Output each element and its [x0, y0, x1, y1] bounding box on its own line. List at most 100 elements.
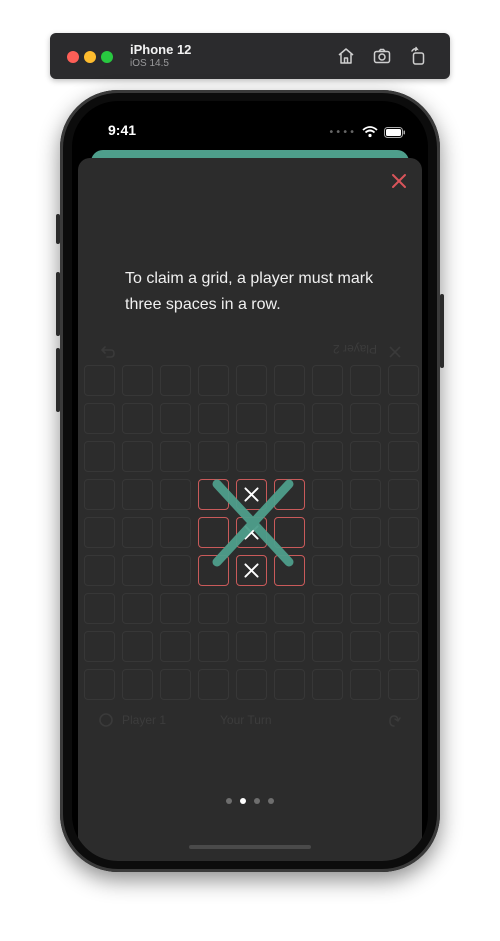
board-cell[interactable]	[84, 479, 115, 510]
page-dot[interactable]	[254, 798, 260, 804]
board-cell[interactable]	[350, 479, 381, 510]
board-cell[interactable]	[84, 669, 115, 700]
board-cell[interactable]	[312, 555, 343, 586]
board-cell[interactable]	[122, 365, 153, 396]
board-cell[interactable]	[350, 669, 381, 700]
board-cell[interactable]	[198, 669, 229, 700]
board-cell[interactable]	[312, 669, 343, 700]
board-cell[interactable]	[274, 593, 305, 624]
board-cell[interactable]	[388, 593, 419, 624]
board-cell[interactable]	[312, 479, 343, 510]
board-cell[interactable]	[84, 555, 115, 586]
board-cell[interactable]	[122, 441, 153, 472]
board-cell[interactable]	[350, 441, 381, 472]
board-cell[interactable]	[236, 479, 267, 510]
page-dot[interactable]	[268, 798, 274, 804]
board-cell[interactable]	[388, 555, 419, 586]
window-close-button[interactable]	[67, 51, 79, 63]
board-cell[interactable]	[84, 517, 115, 548]
board-cell[interactable]	[350, 555, 381, 586]
board-cell[interactable]	[198, 479, 229, 510]
board-cell[interactable]	[160, 479, 191, 510]
board-cell[interactable]	[198, 555, 229, 586]
board-cell[interactable]	[84, 365, 115, 396]
board-cell[interactable]	[312, 365, 343, 396]
board-cell[interactable]	[350, 517, 381, 548]
board-cell[interactable]	[236, 365, 267, 396]
rotate-icon[interactable]	[408, 46, 428, 66]
board-cell[interactable]	[198, 517, 229, 548]
board-cell[interactable]	[312, 403, 343, 434]
board-cell[interactable]	[274, 365, 305, 396]
board-cell[interactable]	[236, 669, 267, 700]
board-cell[interactable]	[160, 593, 191, 624]
board-cell[interactable]	[388, 441, 419, 472]
board-cell[interactable]	[160, 403, 191, 434]
board-cell[interactable]	[122, 631, 153, 662]
board-cell[interactable]	[274, 631, 305, 662]
board-cell[interactable]	[122, 403, 153, 434]
board-cell[interactable]	[160, 365, 191, 396]
board-cell[interactable]	[160, 669, 191, 700]
page-indicator[interactable]	[78, 798, 422, 804]
board-cell[interactable]	[274, 479, 305, 510]
board-cell[interactable]	[236, 441, 267, 472]
board-cell[interactable]	[388, 669, 419, 700]
board-cell[interactable]	[236, 403, 267, 434]
board-cell[interactable]	[312, 441, 343, 472]
board-cell[interactable]	[122, 479, 153, 510]
board-cell[interactable]	[122, 517, 153, 548]
wifi-icon	[362, 123, 378, 142]
board-cell[interactable]	[274, 555, 305, 586]
board-cell[interactable]	[198, 593, 229, 624]
home-icon[interactable]	[336, 46, 356, 66]
board-cell[interactable]	[388, 479, 419, 510]
os-version: iOS 14.5	[130, 58, 169, 69]
board-cell[interactable]	[274, 669, 305, 700]
simulator-toolbar: iPhone 12 iOS 14.5	[50, 33, 450, 79]
board-cell[interactable]	[350, 365, 381, 396]
close-icon[interactable]	[390, 172, 408, 190]
board-cell[interactable]	[84, 593, 115, 624]
tutorial-sheet: To claim a grid, a player must mark thre…	[78, 158, 422, 861]
board-cell[interactable]	[312, 631, 343, 662]
board-cell[interactable]	[160, 631, 191, 662]
board-cell[interactable]	[350, 403, 381, 434]
screenshot-icon[interactable]	[372, 46, 392, 66]
x-mark-icon	[244, 563, 259, 578]
board-cell[interactable]	[350, 593, 381, 624]
mute-switch	[56, 214, 60, 244]
window-zoom-button[interactable]	[101, 51, 113, 63]
page-dot[interactable]	[226, 798, 232, 804]
board-cell[interactable]	[312, 593, 343, 624]
board-cell[interactable]	[274, 441, 305, 472]
board-cell[interactable]	[160, 555, 191, 586]
board-cell[interactable]	[236, 631, 267, 662]
board-cell[interactable]	[160, 517, 191, 548]
board-cell[interactable]	[388, 517, 419, 548]
board-cell[interactable]	[84, 441, 115, 472]
board-cell[interactable]	[388, 403, 419, 434]
board-cell[interactable]	[84, 403, 115, 434]
board-cell[interactable]	[198, 403, 229, 434]
board-cell[interactable]	[122, 669, 153, 700]
board-cell[interactable]	[388, 365, 419, 396]
board-cell[interactable]	[274, 403, 305, 434]
board-cell[interactable]	[122, 593, 153, 624]
board-cell[interactable]	[236, 593, 267, 624]
board-cell[interactable]	[388, 631, 419, 662]
board-cell[interactable]	[350, 631, 381, 662]
board-cell[interactable]	[198, 441, 229, 472]
board-cell[interactable]	[160, 441, 191, 472]
board-cell[interactable]	[274, 517, 305, 548]
board-cell[interactable]	[236, 555, 267, 586]
board-cell[interactable]	[84, 631, 115, 662]
board-cell[interactable]	[198, 631, 229, 662]
board-cell[interactable]	[198, 365, 229, 396]
x-mark-icon	[244, 487, 259, 502]
board-cell[interactable]	[236, 517, 267, 548]
board-cell[interactable]	[312, 517, 343, 548]
board-cell[interactable]	[122, 555, 153, 586]
page-dot[interactable]	[240, 798, 246, 804]
window-minimize-button[interactable]	[84, 51, 96, 63]
